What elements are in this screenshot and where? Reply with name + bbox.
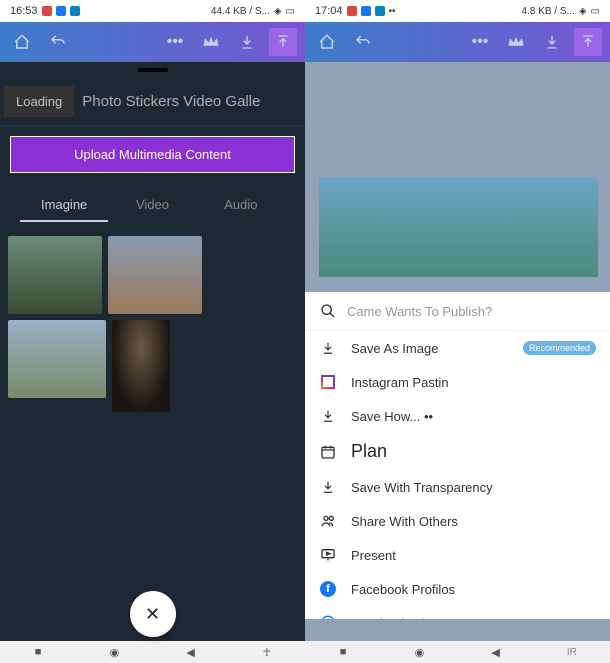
sheet-item-fb-history[interactable]: Facebook Historys <box>305 606 610 619</box>
sheet-item-save-how[interactable]: Save How... •• <box>305 399 610 433</box>
sheet-label: Facebook Profilos <box>351 582 596 597</box>
canvas-preview <box>319 177 598 277</box>
more-icon[interactable]: ••• <box>466 28 494 56</box>
more-icon[interactable]: ••• <box>161 28 189 56</box>
sheet-label: Save How... •• <box>351 409 596 424</box>
toolbar-right: ••• <box>305 22 610 62</box>
home-icon[interactable] <box>8 28 36 56</box>
tab-strip-text[interactable]: Photo Stickers Video Galle <box>74 93 268 110</box>
download-icon[interactable] <box>538 28 566 56</box>
nav-bar-right: ■ ◉ ◀ IR <box>305 641 610 663</box>
download-icon <box>319 407 337 425</box>
close-button[interactable]: ✕ <box>130 591 176 637</box>
nav-accessibility-icon[interactable]: ☥ <box>247 646 287 659</box>
left-content: Loading Photo Stickers Video Galle Uploa… <box>0 62 305 641</box>
crown-icon[interactable] <box>197 28 225 56</box>
battery-icon: ▭ <box>286 6 295 17</box>
loading-badge: Loading <box>4 86 74 117</box>
gmail-icon <box>347 6 357 16</box>
nav-home-icon[interactable]: ◉ <box>94 646 134 659</box>
sheet-label: Plan <box>351 441 596 462</box>
status-bar-left: 16:53 44.4 KB / S... ◈ ▭ <box>0 0 305 22</box>
share-sheet: Came Wants To Publish? Save As Image Rec… <box>305 292 610 619</box>
status-time: 17:04 <box>315 5 343 17</box>
sheet-item-fb-profile[interactable]: f Facebook Profilos <box>305 572 610 606</box>
thumbnail[interactable] <box>108 236 202 314</box>
wifi-icon: ◈ <box>274 6 282 17</box>
gmail-icon <box>42 6 52 16</box>
left-phone: 16:53 44.4 KB / S... ◈ ▭ ••• Loading <box>0 0 305 663</box>
nav-recent-icon[interactable]: ■ <box>323 646 363 658</box>
sheet-item-present[interactable]: Present <box>305 538 610 572</box>
sheet-label: Save As Image <box>351 341 509 356</box>
thumbnail-grid <box>0 228 305 420</box>
sheet-label: Save With Transparency <box>351 480 596 495</box>
media-tabs: Imagine Video Audio <box>0 183 305 228</box>
tab-image[interactable]: Imagine <box>20 189 108 222</box>
facebook-icon: f <box>319 580 337 598</box>
tab-audio[interactable]: Audio <box>197 189 285 222</box>
nav-back-icon[interactable]: ◀ <box>171 646 211 659</box>
download-icon <box>319 339 337 357</box>
sheet-item-instagram[interactable]: Instagram Pastin <box>305 365 610 399</box>
thumbnail[interactable] <box>8 320 106 398</box>
instagram-icon <box>319 373 337 391</box>
sheet-label: Present <box>351 548 596 563</box>
status-bar-right: 17:04 •• 4.8 KB / S... ◈ ▭ <box>305 0 610 22</box>
people-icon <box>319 512 337 530</box>
download-icon <box>319 478 337 496</box>
search-row[interactable]: Came Wants To Publish? <box>305 292 610 331</box>
facebook-outline-icon <box>319 614 337 619</box>
nav-ir-label[interactable]: IR <box>552 647 592 658</box>
calendar-icon <box>319 443 337 461</box>
sheet-label: Share With Others <box>351 514 596 529</box>
net-speed: 4.8 KB / S... <box>521 6 574 17</box>
nav-bar-left: ■ ◉ ◀ ☥ <box>0 641 305 663</box>
crown-icon[interactable] <box>502 28 530 56</box>
facebook-icon <box>56 6 66 16</box>
sheet-label: Instagram Pastin <box>351 375 596 390</box>
nav-recent-icon[interactable]: ■ <box>18 646 58 658</box>
battery-icon: ▭ <box>591 6 600 17</box>
net-speed: 44.4 KB / S... <box>211 6 270 17</box>
sheet-item-plan[interactable]: Plan <box>305 433 610 470</box>
search-placeholder: Came Wants To Publish? <box>347 304 492 319</box>
share-icon[interactable] <box>269 28 297 56</box>
toolbar-left: ••• <box>0 22 305 62</box>
download-icon[interactable] <box>233 28 261 56</box>
share-icon[interactable] <box>574 28 602 56</box>
right-content: Came Wants To Publish? Save As Image Rec… <box>305 62 610 641</box>
undo-icon[interactable] <box>44 28 72 56</box>
nav-back-icon[interactable]: ◀ <box>476 646 516 659</box>
sheet-item-share-others[interactable]: Share With Others <box>305 504 610 538</box>
right-phone: 17:04 •• 4.8 KB / S... ◈ ▭ ••• <box>305 0 610 663</box>
thumbnail[interactable] <box>8 236 102 314</box>
sheet-item-save-transparency[interactable]: Save With Transparency <box>305 470 610 504</box>
tab-video[interactable]: Video <box>108 189 196 222</box>
present-icon <box>319 546 337 564</box>
sheet-handle[interactable] <box>138 68 168 72</box>
app-icon <box>375 6 385 16</box>
wifi-icon: ◈ <box>579 6 587 17</box>
more-dots-icon: •• <box>389 6 396 17</box>
category-tabs: Loading Photo Stickers Video Galle <box>0 78 305 126</box>
facebook-icon <box>361 6 371 16</box>
search-icon <box>319 302 337 320</box>
home-icon[interactable] <box>313 28 341 56</box>
thumbnail[interactable] <box>112 320 170 412</box>
sheet-item-save-image[interactable]: Save As Image Recommended <box>305 331 610 365</box>
upload-button[interactable]: Upload Multimedia Content <box>10 136 295 173</box>
status-time: 16:53 <box>10 5 38 17</box>
app-icon <box>70 6 80 16</box>
sheet-label: Facebook Historys <box>351 616 596 620</box>
recommended-badge: Recommended <box>523 341 596 355</box>
nav-home-icon[interactable]: ◉ <box>399 646 439 659</box>
undo-icon[interactable] <box>349 28 377 56</box>
